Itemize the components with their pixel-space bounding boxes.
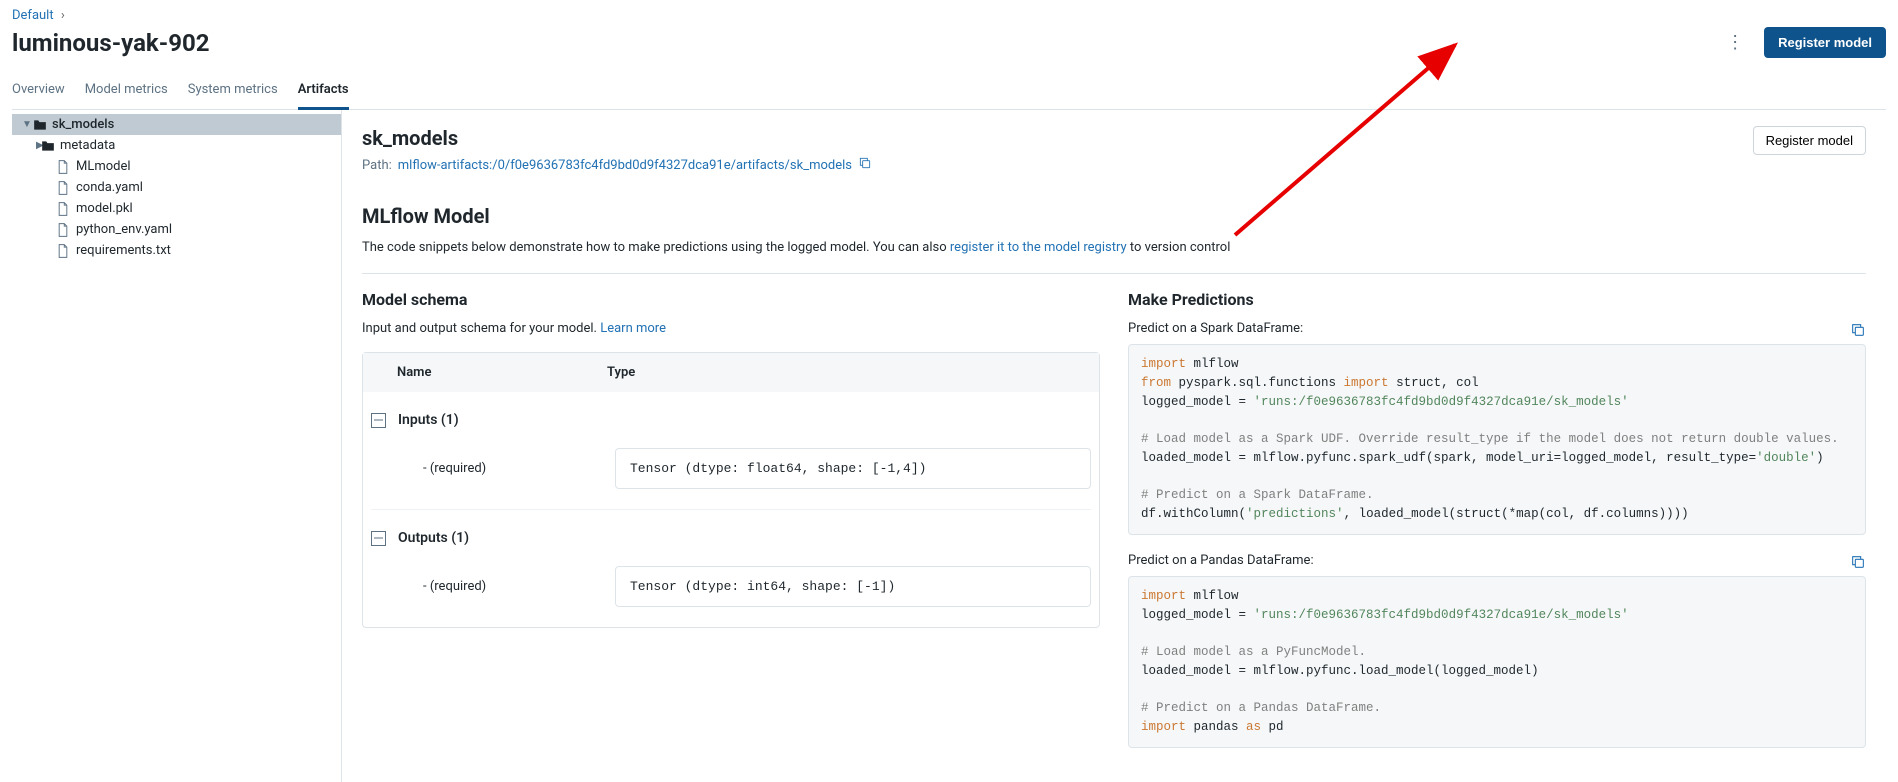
col-name: Name — [397, 365, 607, 380]
page-title: luminous-yak-902 — [12, 29, 210, 57]
mlflow-model-title: MLflow Model — [362, 204, 1866, 228]
path-label: Path: — [362, 158, 392, 173]
tree-root[interactable]: ▼ sk_models — [12, 114, 341, 135]
chevron-right-icon[interactable]: ▶ — [18, 140, 36, 151]
folder-icon — [41, 140, 55, 152]
chevron-right-icon: › — [61, 8, 65, 23]
tab-system-metrics[interactable]: System metrics — [188, 76, 278, 109]
col-type: Type — [607, 365, 1065, 380]
pandas-predict-label: Predict on a Pandas DataFrame: — [1128, 553, 1866, 568]
spark-predict-label: Predict on a Spark DataFrame: — [1128, 321, 1866, 336]
tree-item-modelpkl[interactable]: model.pkl — [12, 198, 341, 219]
artifact-title: sk_models — [362, 126, 872, 150]
file-icon — [57, 223, 71, 237]
register-model-secondary-button[interactable]: Register model — [1753, 126, 1866, 155]
register-link[interactable]: register it to the model registry — [950, 240, 1127, 255]
tab-model-metrics[interactable]: Model metrics — [85, 76, 168, 109]
tree-label: model.pkl — [76, 201, 133, 216]
tree-label: sk_models — [52, 117, 114, 132]
breadcrumb: Default › — [12, 8, 1886, 23]
tree-label: MLmodel — [76, 159, 131, 174]
mlflow-desc: The code snippets below demonstrate how … — [362, 240, 1866, 255]
outputs-label: Outputs (1) — [398, 530, 469, 546]
tab-artifacts[interactable]: Artifacts — [298, 76, 349, 110]
tree-item-mlmodel[interactable]: MLmodel — [12, 156, 341, 177]
collapse-icon[interactable] — [371, 413, 386, 428]
schema-item-name: - (required) — [423, 579, 615, 594]
tree-label: python_env.yaml — [76, 222, 172, 237]
file-icon — [57, 244, 71, 258]
schema-item-type: Tensor (dtype: int64, shape: [-1]) — [615, 566, 1091, 607]
file-icon — [57, 181, 71, 195]
tree-item-metadata[interactable]: ▶ metadata — [12, 135, 341, 156]
learn-more-link[interactable]: Learn more — [600, 321, 666, 336]
file-icon — [57, 202, 71, 216]
tabs: Overview Model metrics System metrics Ar… — [12, 76, 1886, 110]
spark-code: import mlflow from pyspark.sql.functions… — [1128, 344, 1866, 535]
breadcrumb-root[interactable]: Default — [12, 8, 54, 23]
chevron-down-icon[interactable]: ▼ — [18, 119, 28, 130]
schema-item-name: - (required) — [423, 461, 615, 476]
copy-icon[interactable] — [1850, 322, 1866, 342]
schema-table: Name Type Inputs (1) - (required) — [362, 352, 1100, 628]
file-icon — [57, 160, 71, 174]
artifact-tree: ▼ sk_models ▶ metadata MLmodel — [12, 110, 342, 782]
schema-desc: Input and output schema for your model. … — [362, 321, 1100, 336]
inputs-label: Inputs (1) — [398, 412, 459, 428]
tree-item-conda[interactable]: conda.yaml — [12, 177, 341, 198]
tree-item-requirements[interactable]: requirements.txt — [12, 240, 341, 261]
schema-title: Model schema — [362, 290, 1100, 309]
register-model-button[interactable]: Register model — [1764, 27, 1886, 58]
tree-label: metadata — [60, 138, 115, 153]
copy-icon[interactable] — [858, 156, 872, 174]
copy-icon[interactable] — [1850, 554, 1866, 574]
tree-label: conda.yaml — [76, 180, 143, 195]
folder-icon — [33, 119, 47, 131]
pandas-code: import mlflow logged_model = 'runs:/f0e9… — [1128, 576, 1866, 748]
schema-item-type: Tensor (dtype: float64, shape: [-1,4]) — [615, 448, 1091, 489]
more-menu-icon[interactable]: ⋮ — [1720, 28, 1750, 58]
tab-overview[interactable]: Overview — [12, 76, 65, 109]
artifact-path: mlflow-artifacts:/0/f0e9636783fc4fd9bd0d… — [398, 158, 852, 173]
tree-label: requirements.txt — [76, 243, 171, 258]
collapse-icon[interactable] — [371, 531, 386, 546]
tree-item-pythonenv[interactable]: python_env.yaml — [12, 219, 341, 240]
predictions-title: Make Predictions — [1128, 290, 1866, 309]
